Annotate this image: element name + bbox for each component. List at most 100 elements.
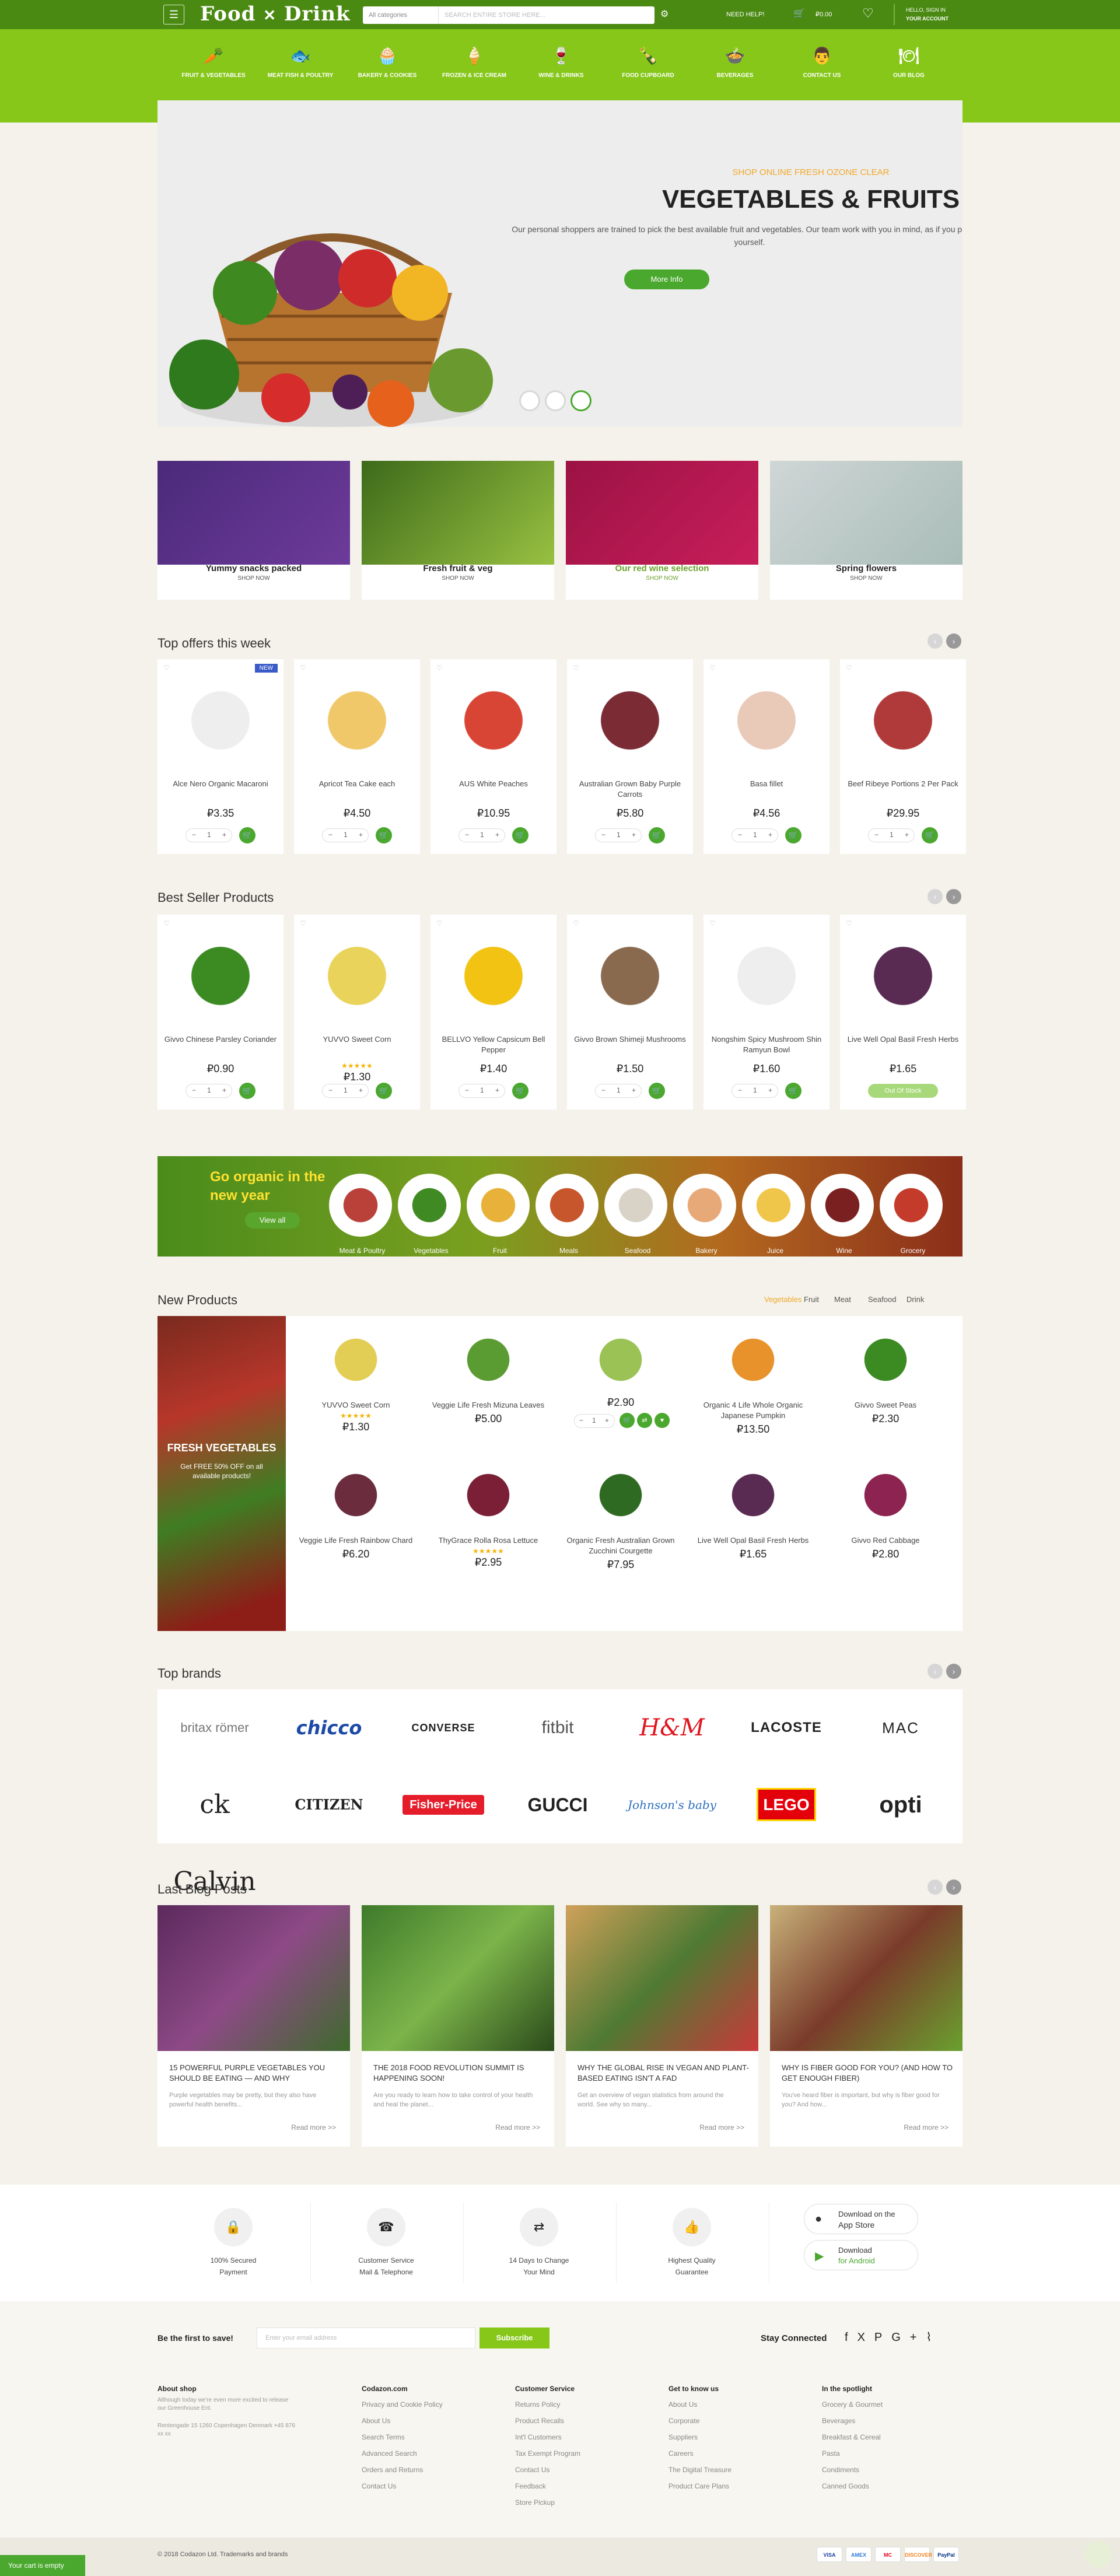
product-name[interactable]: Nongshim Spicy Mushroom Shin Ramyun Bowl xyxy=(708,1034,825,1055)
cart-status-tab[interactable]: Your cart is empty xyxy=(0,2555,85,2576)
quantity-stepper[interactable]: − 1 + xyxy=(186,828,232,842)
new-product-item[interactable]: Organic 4 Life Whole Organic Japanese Pu… xyxy=(695,1328,811,1468)
product-name[interactable]: Alce Nero Organic Macaroni xyxy=(162,779,279,789)
new-product-item[interactable]: ThyGrace Rolla Rosa Lettuce ★★★★★ ₽2.95 xyxy=(430,1463,547,1603)
category-circle[interactable]: Vegetables xyxy=(398,1174,461,1255)
qty-minus-button[interactable]: − xyxy=(738,1086,742,1094)
qty-value[interactable]: 1 xyxy=(592,1416,596,1424)
prev-arrow-icon[interactable]: ‹ xyxy=(928,1880,943,1895)
search-bar[interactable]: All categories SEARCH ENTIRE STORE HERE.… xyxy=(363,6,654,24)
footer-link[interactable]: Int'l Customers xyxy=(515,2429,562,2445)
product-image[interactable] xyxy=(718,1328,788,1392)
qty-value[interactable]: 1 xyxy=(207,831,211,839)
product-name[interactable]: Givvo Sweet Peas xyxy=(827,1400,944,1410)
add-to-cart-icon[interactable]: 🛒 xyxy=(239,1083,256,1099)
footer-link[interactable]: Contact Us xyxy=(362,2478,396,2494)
newsletter-email-input[interactable]: Enter your email address xyxy=(257,2328,475,2348)
category-circle[interactable]: Meat & Poultry xyxy=(329,1174,392,1255)
add-to-cart-icon[interactable]: 🛒 xyxy=(620,1413,635,1428)
blog-title[interactable]: WHY THE GLOBAL RISE IN VEGAN AND PLANT-B… xyxy=(578,2063,752,2084)
qty-plus-button[interactable]: + xyxy=(495,831,499,839)
category-circle[interactable]: Wine xyxy=(811,1174,874,1255)
product-card[interactable]: ♡ Givvo Brown Shimeji Mushrooms ₽1.50 − 1 + 🛒 xyxy=(567,915,693,1110)
qty-value[interactable]: 1 xyxy=(480,1086,484,1094)
brand-logo[interactable]: ck Calvin Klein xyxy=(158,1766,272,1973)
qty-plus-button[interactable]: + xyxy=(222,1086,226,1094)
product-image[interactable] xyxy=(174,677,267,764)
read-more-link[interactable]: Read more >> xyxy=(291,2123,336,2132)
product-name[interactable]: BELLVO Yellow Capsicum Bell Pepper xyxy=(435,1034,552,1055)
qty-value[interactable]: 1 xyxy=(617,1086,621,1094)
prev-arrow-icon[interactable]: ‹ xyxy=(928,889,943,904)
qty-minus-button[interactable]: − xyxy=(192,1086,196,1094)
brand-logo[interactable]: chicco xyxy=(272,1689,386,1766)
product-name[interactable]: Organic Fresh Australian Grown Zucchini … xyxy=(562,1535,679,1556)
qty-minus-button[interactable]: − xyxy=(328,1086,332,1094)
footer-link[interactable]: Orders and Returns xyxy=(362,2462,423,2478)
blog-card[interactable]: 15 POWERFUL PURPLE VEGETABLES YOU SHOULD… xyxy=(158,1905,350,2147)
qty-minus-button[interactable]: − xyxy=(328,831,332,839)
wishlist-heart-icon[interactable]: ♥ xyxy=(654,1413,670,1428)
footer-link[interactable]: Tax Exempt Program xyxy=(515,2445,580,2462)
qty-value[interactable]: 1 xyxy=(617,831,621,839)
wishlist-heart-icon[interactable]: ♡ xyxy=(709,664,716,672)
need-help-link[interactable]: NEED HELP! xyxy=(726,0,764,29)
nav-item[interactable]: 🍾 FOOD CUPBOARD xyxy=(607,46,689,79)
product-image[interactable] xyxy=(586,1328,656,1392)
slider-dot-3-active[interactable] xyxy=(570,390,592,411)
scroll-to-top-button[interactable] xyxy=(1085,2541,1112,2568)
product-name[interactable]: Beef Ribeye Portions 2 Per Pack xyxy=(845,779,961,789)
next-arrow-icon[interactable]: › xyxy=(946,634,961,649)
product-name[interactable]: Veggie Life Fresh Rainbow Chard xyxy=(298,1535,414,1546)
next-arrow-icon[interactable]: › xyxy=(946,1880,961,1895)
add-to-cart-icon[interactable]: 🛒 xyxy=(649,1083,665,1099)
product-image[interactable] xyxy=(850,1463,921,1527)
promo-card[interactable]: Fresh fruit & veg SHOP NOW xyxy=(362,461,554,600)
slider-dot-2[interactable] xyxy=(545,390,566,411)
cart-icon[interactable]: 🛒 xyxy=(793,8,805,19)
brand-logo[interactable]: Fisher-Price xyxy=(386,1766,501,1843)
rss-icon[interactable]: ⌇ xyxy=(926,2331,942,2344)
product-name[interactable]: Live Well Opal Basil Fresh Herbs xyxy=(695,1535,811,1546)
promo-card[interactable]: Our red wine selection SHOP NOW xyxy=(566,461,758,600)
brand-logo[interactable]: opti xyxy=(844,1766,958,1843)
footer-link[interactable]: The Digital Treasure xyxy=(668,2462,732,2478)
product-image[interactable] xyxy=(718,1463,788,1527)
qty-value[interactable]: 1 xyxy=(207,1086,211,1094)
product-name[interactable]: AUS White Peaches xyxy=(435,779,552,789)
qty-plus-button[interactable]: + xyxy=(768,831,772,839)
qty-minus-button[interactable]: − xyxy=(601,831,606,839)
product-image[interactable] xyxy=(720,677,813,764)
footer-link[interactable]: About Us xyxy=(362,2413,390,2429)
footer-link[interactable]: Returns Policy xyxy=(515,2396,560,2413)
category-circle[interactable]: Fruit xyxy=(467,1174,530,1255)
next-arrow-icon[interactable]: › xyxy=(946,1664,961,1679)
qty-minus-button[interactable]: − xyxy=(192,831,196,839)
hamburger-menu-icon[interactable]: ☰ xyxy=(163,5,184,24)
blog-image[interactable] xyxy=(770,1905,963,2051)
next-arrow-icon[interactable]: › xyxy=(946,889,961,904)
footer-link[interactable]: Advanced Search xyxy=(362,2445,417,2462)
footer-link[interactable]: Search Terms xyxy=(362,2429,405,2445)
footer-link[interactable]: About Us xyxy=(668,2396,697,2413)
product-name[interactable]: Givvo Red Cabbage xyxy=(827,1535,944,1546)
brand-logo[interactable]: CITIZEN xyxy=(272,1766,386,1843)
product-image[interactable] xyxy=(310,932,404,1020)
qty-minus-button[interactable]: − xyxy=(579,1416,583,1424)
qty-plus-button[interactable]: + xyxy=(905,831,909,839)
nav-item[interactable]: 🍽 OUR BLOG xyxy=(868,46,950,79)
product-image[interactable] xyxy=(453,1463,523,1527)
nav-item[interactable]: 🥕 FRUIT & VEGETABLES xyxy=(173,46,254,79)
footer-link[interactable]: Privacy and Cookie Policy xyxy=(362,2396,443,2413)
nav-item[interactable]: 🐟 MEAT FISH & POULTRY xyxy=(260,46,341,79)
category-select[interactable]: All categories xyxy=(369,6,439,24)
qty-value[interactable]: 1 xyxy=(890,831,894,839)
product-image[interactable] xyxy=(583,677,677,764)
new-product-item[interactable]: Organic Fresh Australian Grown Zucchini … xyxy=(562,1463,679,1603)
product-image[interactable] xyxy=(321,1328,391,1392)
product-name[interactable]: YUVVO Sweet Corn xyxy=(299,1034,415,1045)
quantity-stepper[interactable]: − 1 + xyxy=(595,828,642,842)
wishlist-heart-icon[interactable]: ♡ xyxy=(163,919,170,928)
nav-item[interactable]: 🍷 WINE & DRINKS xyxy=(520,46,602,79)
wishlist-heart-icon[interactable]: ♡ xyxy=(436,919,443,928)
